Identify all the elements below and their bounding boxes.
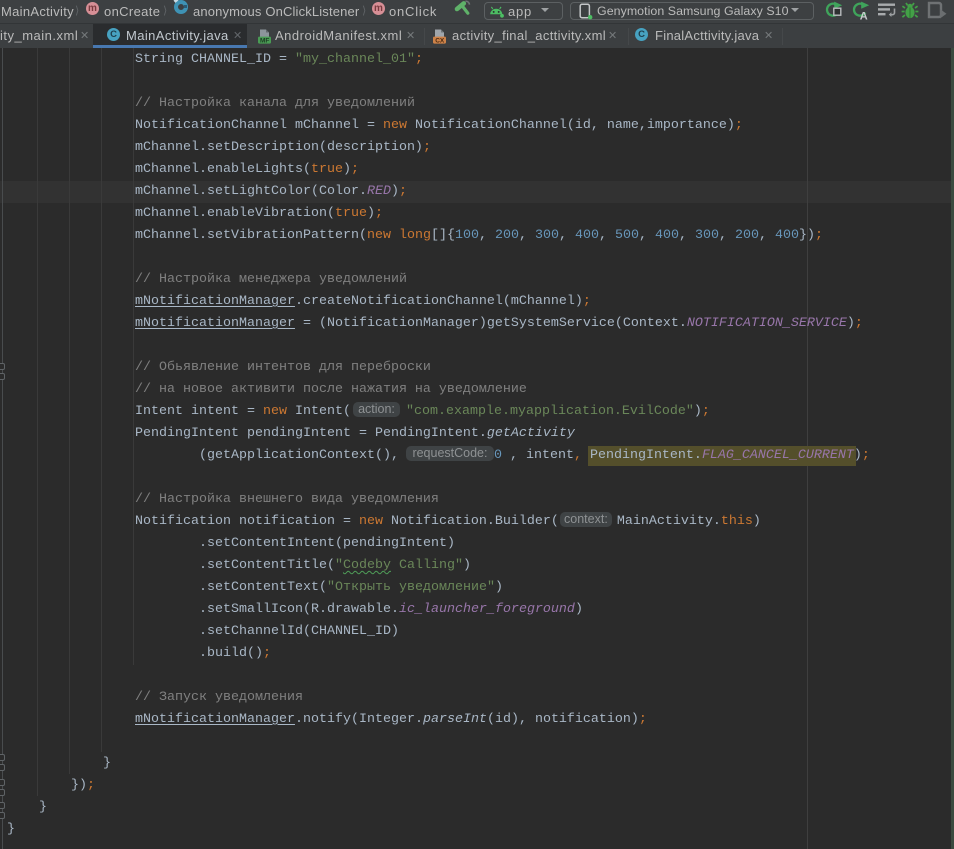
svg-text:A: A <box>860 11 868 22</box>
svg-text:CX: CX <box>435 37 445 44</box>
svg-text:MF: MF <box>260 37 269 44</box>
